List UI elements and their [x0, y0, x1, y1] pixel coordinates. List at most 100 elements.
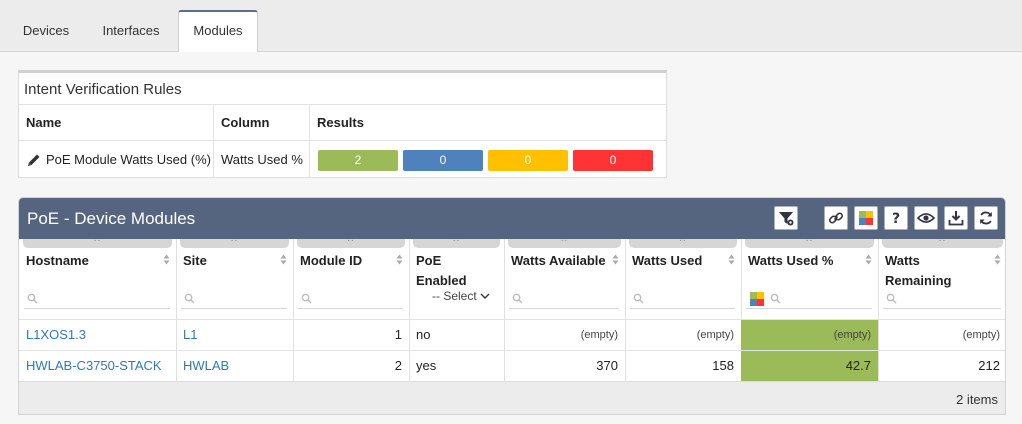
search-icon	[886, 293, 897, 304]
search-icon	[184, 293, 195, 304]
intent-rule-name: PoE Module Watts Used (%)	[46, 152, 211, 167]
color-grid-icon[interactable]	[854, 206, 878, 230]
column-label: Watts Available	[511, 253, 606, 268]
column-label: Site	[183, 253, 207, 268]
column-label-line-2: Enabled	[416, 273, 467, 288]
column-grip[interactable]	[23, 239, 172, 248]
intent-verification-panel: Intent Verification Rules Name Column Re…	[18, 70, 667, 178]
color-grid-icon[interactable]	[750, 292, 764, 306]
poe-enabled-cell: yes	[416, 358, 437, 373]
eye-icon[interactable]	[914, 206, 938, 230]
search-icon	[633, 293, 644, 304]
sort-icon[interactable]	[865, 254, 872, 265]
download-icon[interactable]	[944, 206, 968, 230]
hostname-link[interactable]: L1XOS1.3	[26, 327, 86, 342]
link-icon[interactable]	[824, 206, 848, 230]
sort-icon[interactable]	[728, 254, 735, 265]
site-cell: L1	[176, 320, 293, 350]
tab-bar: Devices Interfaces Modules	[0, 0, 1022, 53]
column-label: Watts Remaining	[885, 251, 951, 291]
result-badge-blue[interactable]: 0	[403, 150, 483, 171]
module-id-cell: 2	[394, 358, 402, 373]
watts-remaining-filter-input[interactable]	[883, 289, 1001, 309]
hostname-cell: L1XOS1.3	[19, 320, 176, 350]
poe-enabled-select[interactable]: -- Select	[432, 289, 490, 303]
column-grip[interactable]	[629, 239, 737, 248]
sort-icon[interactable]	[163, 254, 170, 265]
sort-icon[interactable]	[396, 254, 403, 265]
intent-rule-row: PoE Module Watts Used (%) Watts Used % 2…	[19, 140, 666, 178]
tab-interfaces[interactable]: Interfaces	[92, 12, 170, 52]
chevron-down-icon	[480, 293, 490, 299]
column-hostname[interactable]: Hostname	[19, 239, 176, 319]
column-grip[interactable]	[508, 239, 621, 248]
watts-used-cell: 158	[712, 358, 734, 373]
watts-available-cell: 370	[596, 358, 618, 373]
watts-used-filter-input[interactable]	[630, 289, 735, 309]
column-label: Watts Used %	[748, 253, 834, 268]
filter-settings-icon[interactable]	[774, 206, 798, 230]
column-grip[interactable]	[745, 239, 874, 248]
tab-modules[interactable]: Modules	[178, 10, 258, 53]
column-label-line-1: Watts	[885, 253, 920, 268]
item-count: 2 items	[956, 392, 998, 407]
intent-rule-name-cell: PoE Module Watts Used (%)	[19, 141, 214, 178]
column-label: PoE Enabled	[416, 251, 467, 291]
intent-verification-title: Intent Verification Rules	[24, 81, 182, 98]
help-icon[interactable]: ?	[884, 206, 908, 230]
sort-icon[interactable]	[994, 254, 1001, 265]
intent-rule-column: Watts Used %	[214, 141, 310, 178]
pencil-icon[interactable]	[26, 152, 42, 168]
column-watts-remaining[interactable]: Watts Remaining	[878, 239, 1005, 319]
column-grip[interactable]	[413, 239, 500, 248]
column-grip[interactable]	[297, 239, 405, 248]
table-row: HWLAB-C3750-STACK HWLAB 2 yes 370 158 42…	[19, 350, 1005, 381]
result-badge-green[interactable]: 2	[318, 150, 398, 171]
intent-header-column[interactable]: Column	[214, 105, 310, 140]
column-site[interactable]: Site	[176, 239, 293, 319]
column-module-id[interactable]: Module ID	[293, 239, 409, 319]
result-badge-yellow[interactable]: 0	[488, 150, 568, 171]
module-id-cell: 1	[394, 327, 402, 342]
sort-icon[interactable]	[612, 254, 619, 265]
column-grip[interactable]	[882, 239, 1003, 248]
hostname-link[interactable]: HWLAB-C3750-STACK	[26, 358, 162, 373]
column-grip[interactable]	[180, 239, 289, 248]
column-label: Hostname	[26, 253, 89, 268]
watts-used-pct-cell: (empty)	[741, 320, 878, 350]
panel-title: PoE - Device Modules	[27, 209, 196, 228]
column-label-line-2: Remaining	[885, 273, 952, 288]
table-row: L1XOS1.3 L1 1 no (empty) (empty) (empty)…	[19, 319, 1005, 350]
sort-icon[interactable]	[280, 254, 287, 265]
refresh-icon[interactable]	[974, 206, 998, 230]
watts-used-pct-cell: 42.7	[741, 351, 878, 381]
intent-rule-results: 2 0 0 0	[310, 141, 666, 178]
column-watts-available[interactable]: Watts Available	[504, 239, 625, 319]
site-filter-input[interactable]	[181, 289, 287, 309]
watts-available-filter-input[interactable]	[509, 289, 619, 309]
site-link[interactable]: HWLAB	[183, 358, 229, 373]
intent-header-results[interactable]: Results	[310, 105, 666, 140]
tab-devices[interactable]: Devices	[12, 12, 80, 52]
column-label-line-1: PoE	[416, 253, 442, 268]
search-icon	[512, 293, 523, 304]
watts-used-pct-filter-input[interactable]	[746, 289, 872, 309]
site-cell: HWLAB	[176, 351, 293, 381]
intent-header-row: Name Column Results	[19, 104, 666, 140]
watts-available-cell: (empty)	[580, 329, 618, 341]
svg-text:?: ?	[892, 211, 900, 226]
intent-header-name[interactable]: Name	[19, 105, 214, 140]
watts-remaining-cell: 212	[978, 358, 1000, 373]
search-icon	[770, 293, 781, 304]
column-poe-enabled[interactable]: PoE Enabled -- Select	[409, 239, 504, 319]
search-icon	[301, 293, 312, 304]
result-badge-red[interactable]: 0	[573, 150, 653, 171]
hostname-filter-input[interactable]	[24, 289, 170, 309]
poe-enabled-select-value: -- Select	[432, 289, 477, 303]
hostname-cell: HWLAB-C3750-STACK	[19, 351, 176, 381]
column-watts-used-pct[interactable]: Watts Used %	[741, 239, 878, 319]
column-watts-used[interactable]: Watts Used	[625, 239, 741, 319]
search-icon	[27, 293, 38, 304]
site-link[interactable]: L1	[183, 327, 197, 342]
module-id-filter-input[interactable]	[298, 289, 403, 309]
